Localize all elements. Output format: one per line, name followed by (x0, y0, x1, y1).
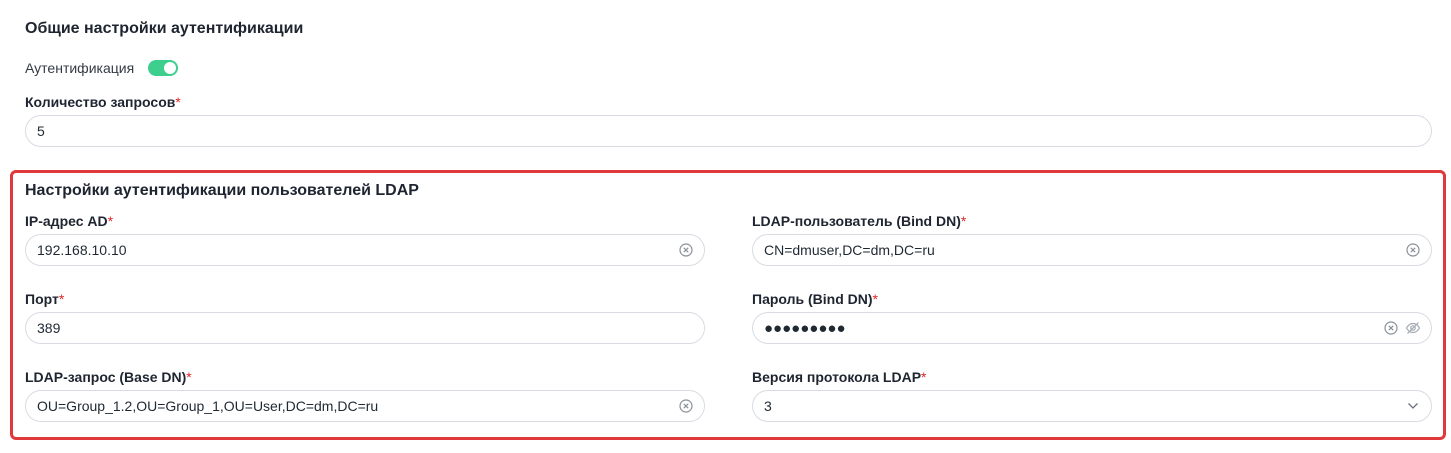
auth-toggle-row: Аутентификация (25, 58, 179, 78)
clear-icon[interactable] (678, 398, 694, 414)
port-label: Порт* (25, 291, 64, 307)
clear-icon[interactable] (678, 242, 694, 258)
password-input[interactable]: ●●●●●●●●● (752, 312, 1432, 344)
required-mark: * (872, 291, 878, 307)
base-dn-label-text: LDAP-запрос (Base DN) (25, 369, 187, 385)
required-mark: * (186, 369, 192, 385)
version-label-text: Версия протокола LDAP (752, 369, 922, 385)
toggle-knob (164, 62, 177, 74)
version-value: 3 (764, 398, 772, 414)
base-dn-label: LDAP-запрос (Base DN)* (25, 369, 192, 385)
bind-user-value: CN=dmuser,DC=dm,DC=ru (764, 242, 935, 258)
version-select[interactable]: 3 (752, 390, 1432, 422)
required-mark: * (960, 213, 967, 229)
ip-input[interactable]: 192.168.10.10 (25, 234, 705, 266)
clear-icon[interactable] (1383, 320, 1399, 336)
bind-user-input[interactable]: CN=dmuser,DC=dm,DC=ru (752, 234, 1432, 266)
port-value: 389 (37, 320, 61, 336)
general-settings-title: Общие настройки аутентификации (25, 20, 304, 37)
requests-label-text: Количество запросов (25, 94, 176, 110)
requests-input[interactable]: 5 (25, 115, 1432, 147)
password-label: Пароль (Bind DN)* (752, 291, 878, 307)
ldap-settings-title: Настройки аутентификации пользователей L… (25, 182, 419, 199)
ip-label: IP-адрес AD* (25, 213, 113, 229)
required-mark: * (58, 291, 65, 307)
auth-toggle-label: Аутентификация (25, 60, 135, 76)
clear-icon[interactable] (1405, 242, 1421, 258)
base-dn-input[interactable]: OU=Group_1.2,OU=Group_1,OU=User,DC=dm,DC… (25, 390, 705, 422)
requests-value: 5 (37, 123, 45, 139)
bind-user-label: LDAP-пользователь (Bind DN)* (752, 213, 966, 229)
required-mark: * (107, 213, 114, 229)
eye-off-icon[interactable] (1405, 320, 1421, 336)
auth-toggle[interactable] (148, 60, 179, 76)
required-mark: * (921, 369, 927, 385)
password-label-text: Пароль (Bind DN) (752, 291, 873, 307)
version-label: Версия протокола LDAP* (752, 369, 927, 385)
port-label-text: Порт (25, 291, 59, 307)
password-value: ●●●●●●●●● (764, 319, 846, 337)
port-input[interactable]: 389 (25, 312, 705, 344)
ip-label-text: IP-адрес AD (25, 213, 108, 229)
required-mark: * (175, 94, 181, 110)
chevron-down-icon[interactable] (1405, 398, 1421, 414)
bind-user-label-text: LDAP-пользователь (Bind DN) (752, 213, 961, 229)
base-dn-value: OU=Group_1.2,OU=Group_1,OU=User,DC=dm,DC… (37, 398, 379, 414)
ip-value: 192.168.10.10 (37, 242, 127, 258)
requests-label: Количество запросов* (25, 94, 181, 110)
